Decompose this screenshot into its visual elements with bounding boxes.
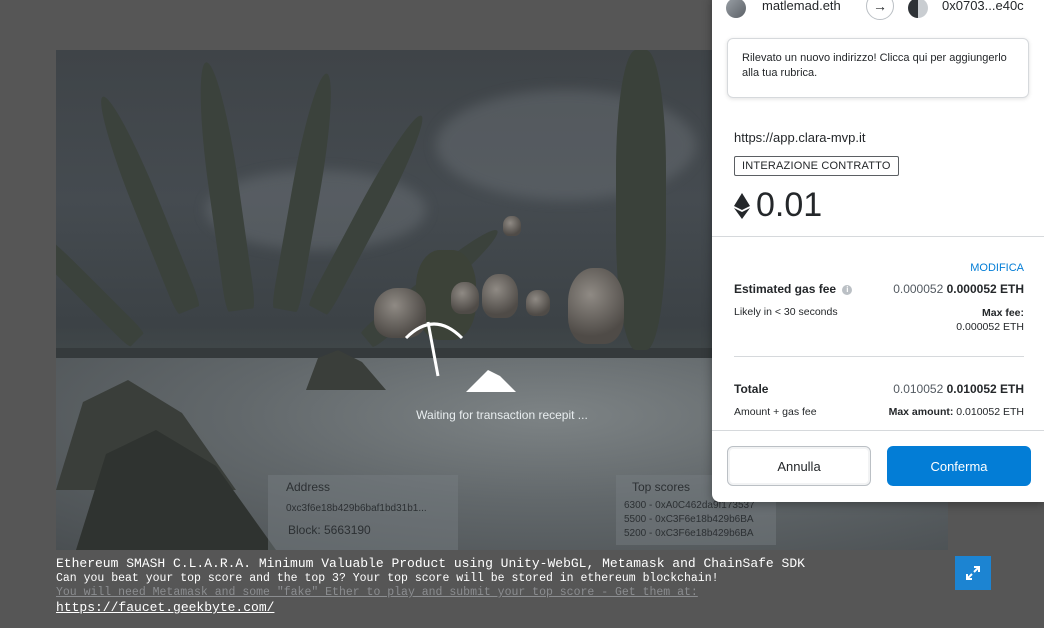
from-account-name[interactable]: matlemad.eth xyxy=(762,0,841,13)
from-account-avatar xyxy=(726,0,746,18)
metamask-confirm-dialog: matlemad.eth → 0x0703...e40c Rilevato un… xyxy=(712,0,1044,502)
divider xyxy=(712,430,1044,431)
info-icon[interactable]: i xyxy=(842,284,853,295)
metamask-note-link[interactable]: You will need Metamask and some "fake" E… xyxy=(56,586,805,600)
total-value: 0.010052 0.010052 ETH xyxy=(893,382,1024,396)
transaction-amount: 0.01 xyxy=(734,186,822,225)
fullscreen-button[interactable] xyxy=(955,556,991,590)
max-fee: Max fee: 0.000052 ETH xyxy=(956,307,1024,333)
cancel-button[interactable]: Annulla xyxy=(727,446,871,486)
site-origin: https://app.clara-mvp.it xyxy=(734,130,866,145)
block-number: Block: 5663190 xyxy=(288,523,371,537)
vase xyxy=(568,268,624,344)
arrow-right-icon: → xyxy=(866,0,894,20)
gas-likely-time: Likely in < 30 seconds xyxy=(734,306,838,318)
contract-interaction-badge: INTERAZIONE CONTRATTO xyxy=(734,156,899,176)
app-title: Ethereum SMASH C.L.A.R.A. Minimum Valuab… xyxy=(56,556,805,571)
palm-leaf xyxy=(56,204,145,348)
palm-leaf xyxy=(90,91,202,315)
vase xyxy=(482,274,518,318)
ethereum-icon xyxy=(734,192,750,219)
top-scores-title: Top scores xyxy=(632,480,691,494)
account-row: matlemad.eth → 0x0703...e40c xyxy=(712,0,1044,20)
app-description: Can you beat your top score and the top … xyxy=(56,572,719,585)
faucet-link[interactable]: https://faucet.geekbyte.com/ xyxy=(56,600,805,616)
address-panel: Address 0xc3f6e18b429b6baf1bd31b1... Blo… xyxy=(268,475,458,550)
divider xyxy=(734,356,1024,357)
to-account-avatar xyxy=(908,0,928,18)
vase xyxy=(503,216,521,236)
confirm-button[interactable]: Conferma xyxy=(887,446,1031,486)
vase xyxy=(526,290,550,316)
total-label: Totale xyxy=(734,382,769,396)
edit-gas-link[interactable]: MODIFICA xyxy=(970,262,1024,274)
new-address-notice[interactable]: Rilevato un nuovo indirizzo! Clicca qui … xyxy=(727,38,1029,98)
score-row: 5500 - 0xC3F6e18b429b6BA xyxy=(624,514,754,525)
vase xyxy=(451,282,479,314)
to-account-address[interactable]: 0x0703...e40c xyxy=(942,0,1024,13)
divider xyxy=(712,236,1044,237)
expand-icon xyxy=(966,566,980,580)
gas-fee-label: Estimated gas fee i xyxy=(734,282,853,296)
page-footer: Ethereum SMASH C.L.A.R.A. Minimum Valuab… xyxy=(56,556,805,616)
address-panel-title: Address xyxy=(286,480,331,494)
address-value: 0xc3f6e18b429b6baf1bd31b1... xyxy=(286,503,427,514)
score-row: 5200 - 0xC3F6e18b429b6BA xyxy=(624,528,754,539)
pickaxe-loading-icon xyxy=(404,321,516,392)
max-amount: Max amount: 0.010052 ETH xyxy=(888,406,1024,418)
total-sub-label: Amount + gas fee xyxy=(734,406,817,418)
amount-value: 0.01 xyxy=(756,186,823,224)
gas-fee-value: 0.000052 0.000052 ETH xyxy=(893,282,1024,296)
